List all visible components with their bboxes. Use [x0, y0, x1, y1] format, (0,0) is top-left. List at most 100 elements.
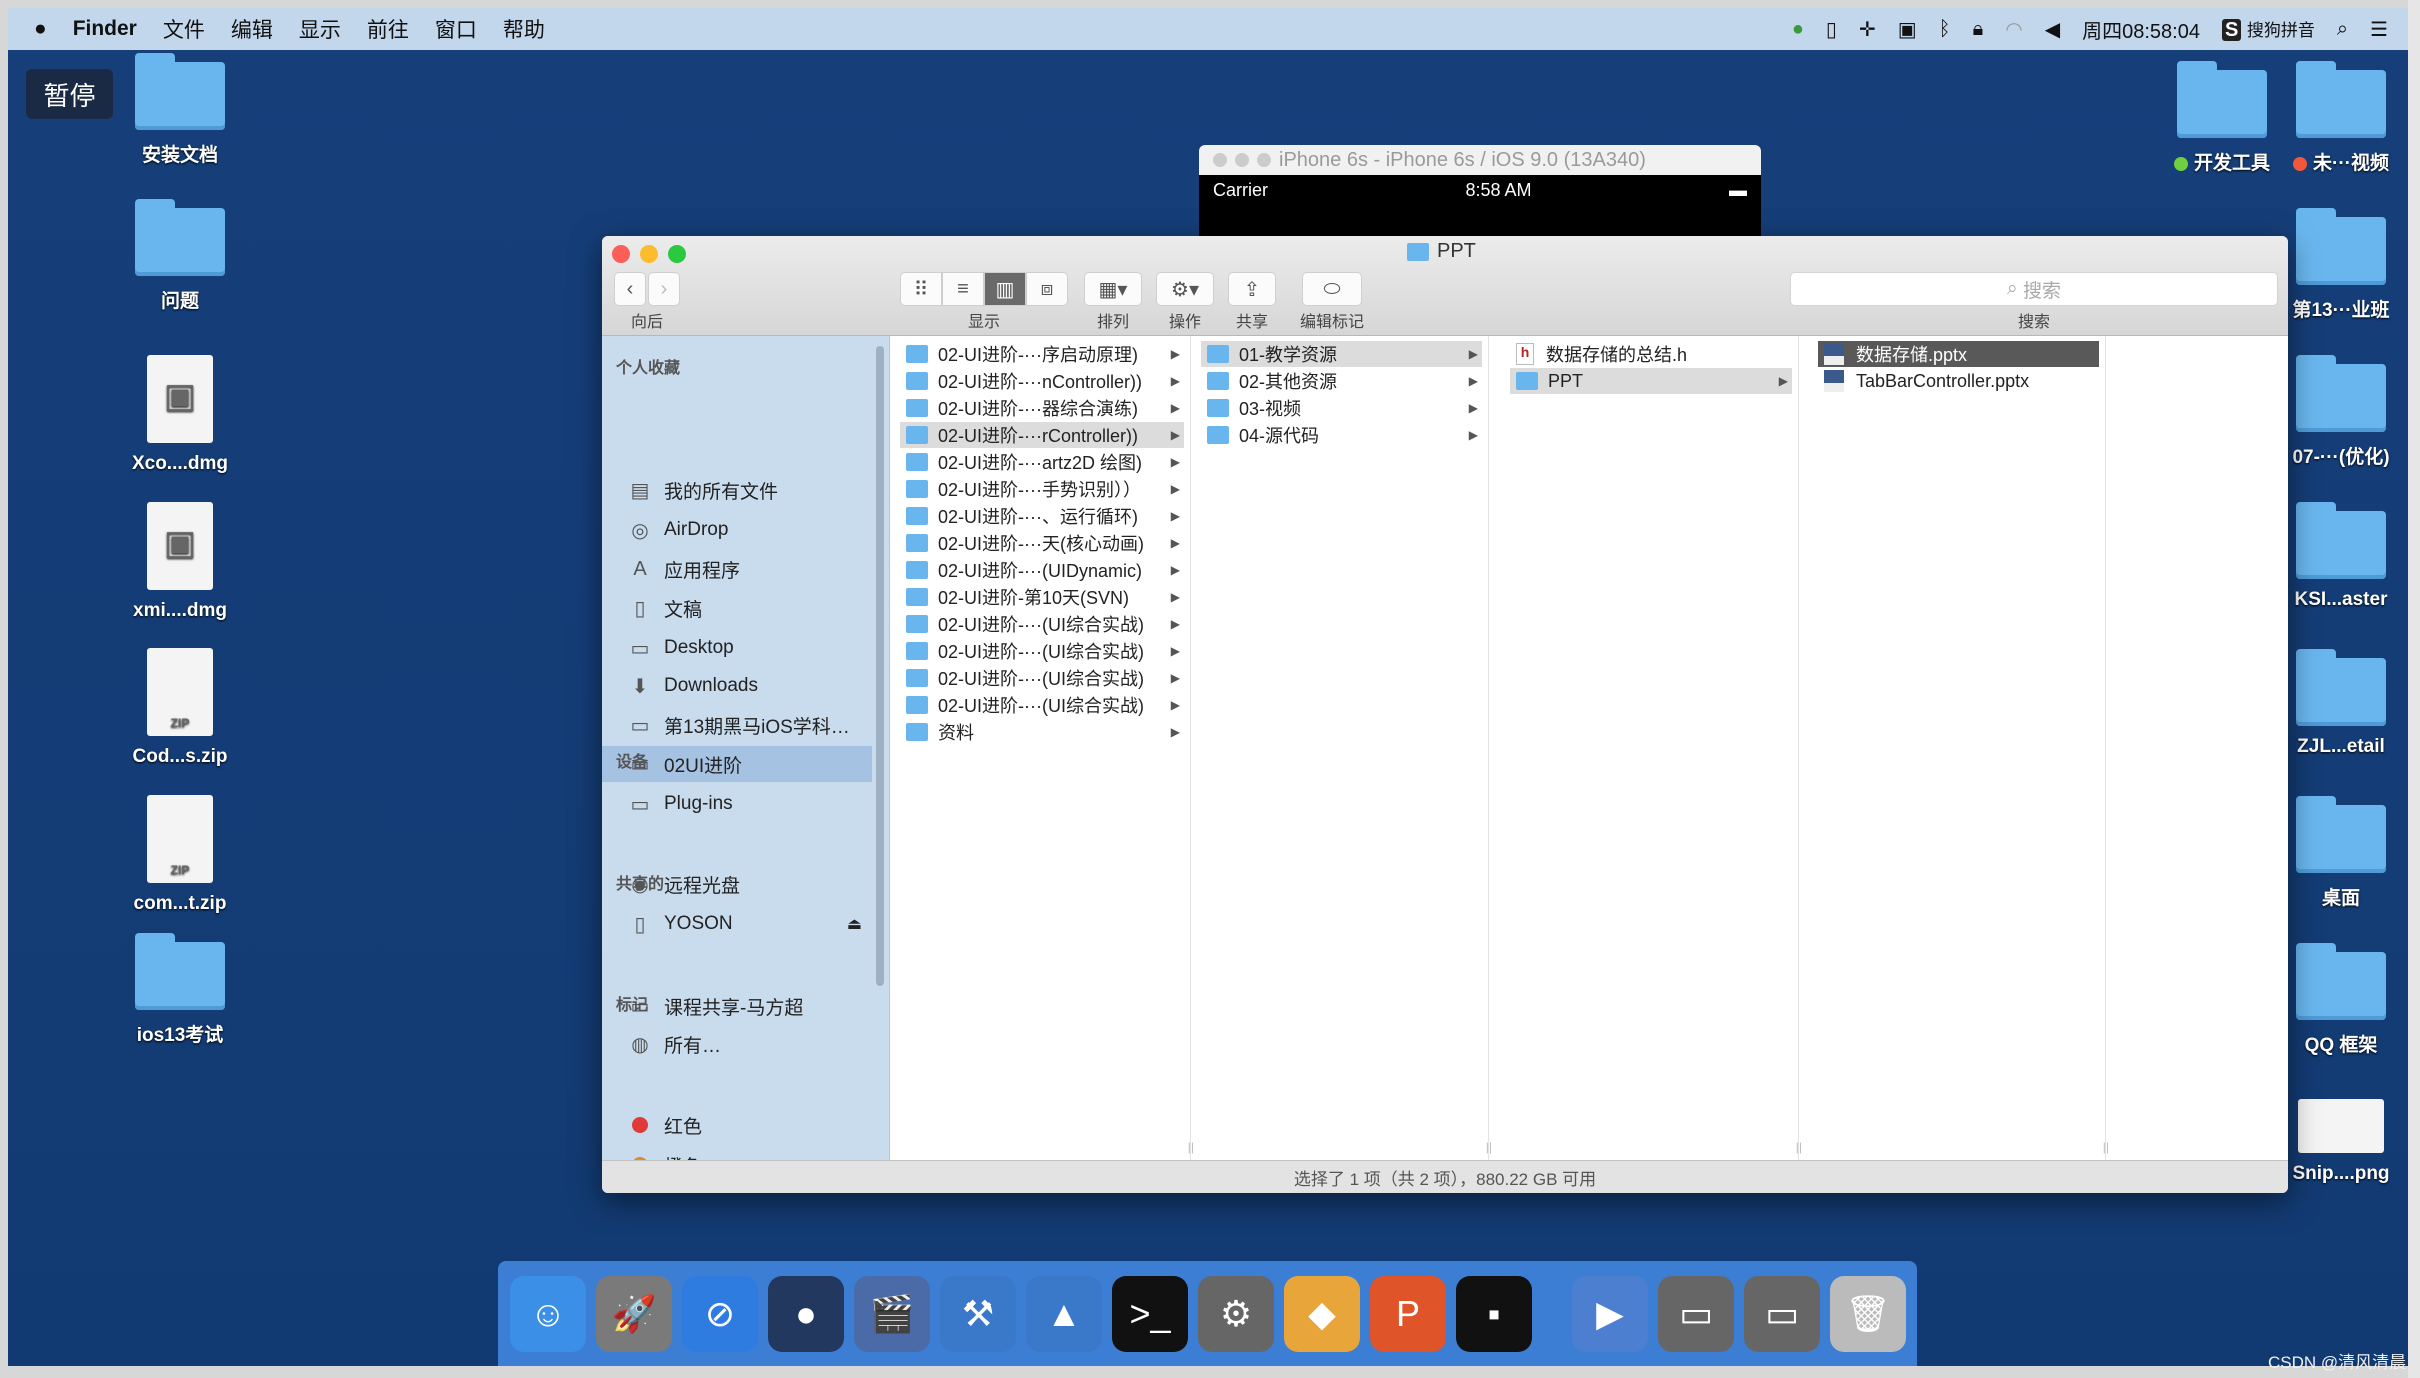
desktop-icon[interactable]: ios13考试	[105, 933, 255, 1047]
file-row[interactable]: 02-UI进阶-···天(核心动画) ▶	[900, 530, 1184, 556]
dock-item-screen-1[interactable]: ▭	[1658, 1275, 1734, 1352]
apple-menu-icon[interactable]: ●	[34, 17, 47, 41]
spotlight-search-icon[interactable]: ⌕	[2337, 18, 2348, 41]
sidebar-item[interactable]: ▭ Desktop	[602, 630, 872, 666]
dock-item-launchpad[interactable]: 🚀	[596, 1275, 672, 1352]
sidebar-item[interactable]: ▯ YOSON ⏏	[602, 906, 872, 942]
file-row[interactable]: 02-其他资源 ▶	[1201, 368, 1482, 394]
share-button[interactable]: ⇪	[1228, 272, 1276, 306]
sidebar-item[interactable]: ◎ AirDrop	[602, 512, 872, 548]
column-resize-handle[interactable]: ||	[2103, 1140, 2109, 1154]
file-row[interactable]: 资料 ▶	[900, 719, 1184, 745]
minimize-button[interactable]	[640, 245, 658, 263]
icon-view-button[interactable]: ⠿	[900, 272, 942, 306]
ime-menu[interactable]: S 搜狗拼音	[2221, 16, 2315, 42]
sidebar-item[interactable]: ▯ 文稿	[602, 590, 872, 626]
lock-icon[interactable]: 🔒︎	[1973, 18, 1984, 41]
back-button[interactable]: ‹	[614, 272, 646, 306]
dock-item-safari[interactable]: ⊘	[682, 1275, 758, 1352]
dock-item-trash[interactable]: 🗑	[1830, 1275, 1906, 1352]
dock-item-media[interactable]: ▶	[1572, 1275, 1648, 1352]
menu-help[interactable]: 帮助	[503, 14, 545, 44]
action-gear-button[interactable]: ⚙▾	[1156, 272, 1214, 306]
forward-button[interactable]: ›	[648, 272, 680, 306]
desktop-icon[interactable]: 未···视频	[2266, 61, 2416, 175]
close-button[interactable]	[612, 245, 630, 263]
menu-file[interactable]: 文件	[163, 14, 205, 44]
search-field[interactable]: ⌕ 搜索	[1790, 272, 2278, 306]
desktop-icon[interactable]: ZJL...etail	[2266, 649, 2416, 758]
edit-tags-button[interactable]: ⬭	[1302, 272, 1362, 306]
file-row[interactable]: 02-UI进阶-···nController)) ▶	[900, 368, 1184, 394]
file-row[interactable]: 02-UI进阶-···(UIDynamic) ▶	[900, 557, 1184, 583]
column-resize-handle[interactable]: ||	[1188, 1140, 1194, 1154]
sidebar-item[interactable]: ▭ 第13期黑马iOS学科…	[602, 707, 872, 743]
file-row[interactable]: h 数据存储的总结.h	[1510, 341, 1792, 367]
sidebar-item[interactable]: ▤ 我的所有文件	[602, 472, 872, 508]
status-app-icon[interactable]: ●	[1792, 18, 1804, 41]
file-row[interactable]: 02-UI进阶-···rController)) ▶	[900, 422, 1184, 448]
desktop-icon[interactable]: 07-···(优化)	[2266, 355, 2416, 469]
file-row[interactable]: 02-UI进阶-第10天(SVN) ▶	[900, 584, 1184, 610]
column-view-button[interactable]: ▥	[984, 272, 1026, 306]
plus-icon[interactable]: ✛	[1859, 17, 1876, 42]
dock-item-screen-2[interactable]: ▭	[1744, 1275, 1820, 1352]
dock-item-xcode[interactable]: ⚒	[940, 1275, 1016, 1352]
desktop-icon[interactable]: 桌面	[2266, 796, 2416, 910]
simulator-window[interactable]: iPhone 6s - iPhone 6s / iOS 9.0 (13A340)…	[1199, 145, 1761, 245]
dock-item-terminal[interactable]: >_	[1112, 1275, 1188, 1352]
file-row[interactable]: 02-UI进阶-···、运行循环) ▶	[900, 503, 1184, 529]
desktop-icon[interactable]: 第13···业班	[2266, 208, 2416, 322]
column-resize-handle[interactable]: ||	[1486, 1140, 1492, 1154]
file-row[interactable]: 02-UI进阶-···(UI综合实战) ▶	[900, 611, 1184, 637]
pause-badge[interactable]: 暂停	[26, 69, 113, 119]
desktop-icon[interactable]: Snip....png	[2266, 1099, 2416, 1185]
file-row[interactable]: 02-UI进阶-···手势识别）） ▶	[900, 476, 1184, 502]
file-row[interactable]: 02-UI进阶-···(UI综合实战) ▶	[900, 692, 1184, 718]
menu-finder[interactable]: Finder	[73, 17, 137, 41]
sidebar-item[interactable]: ⬇ Downloads	[602, 668, 872, 704]
eject-icon[interactable]: ⏏	[847, 914, 862, 934]
file-row[interactable]: 02-UI进阶-···artz2D 绘图) ▶	[900, 449, 1184, 475]
list-view-button[interactable]: ≡	[942, 272, 984, 306]
file-row[interactable]: 02-UI进阶-···器综合演练) ▶	[900, 395, 1184, 421]
desktop-icon[interactable]: ▣ xmi....dmg	[105, 502, 255, 622]
desktop-icon[interactable]: 安装文档	[105, 53, 255, 167]
file-row[interactable]: 03-视频 ▶	[1201, 395, 1482, 421]
dock-item-mouse[interactable]: ●	[768, 1275, 844, 1352]
dock-item-instruments[interactable]: ▲	[1026, 1275, 1102, 1352]
cover-flow-button[interactable]: ⧈	[1026, 272, 1068, 306]
file-row[interactable]: 02-UI进阶-···(UI综合实战) ▶	[900, 665, 1184, 691]
file-row[interactable]: 01-教学资源 ▶	[1201, 341, 1482, 367]
dock-item-movie[interactable]: 🎬	[854, 1275, 930, 1352]
sidebar-item[interactable]: ▭ Plug-ins	[602, 786, 872, 822]
dock-item-sketch[interactable]: ◆	[1284, 1275, 1360, 1352]
simulator-titlebar[interactable]: iPhone 6s - iPhone 6s / iOS 9.0 (13A340)	[1199, 145, 1761, 175]
sidebar-item[interactable]: 红色	[602, 1107, 872, 1143]
menu-window[interactable]: 窗口	[435, 14, 477, 44]
column-resize-handle[interactable]: ||	[1796, 1140, 1802, 1154]
desktop-icon[interactable]: 问题	[105, 199, 255, 313]
file-row[interactable]: PPT ▶	[1510, 368, 1792, 394]
volume-icon[interactable]: ◀	[2045, 17, 2060, 42]
notification-center-icon[interactable]: ☰	[2370, 17, 2388, 42]
zoom-button[interactable]	[668, 245, 686, 263]
dock-item-finder[interactable]: ☺	[510, 1275, 586, 1352]
file-row[interactable]: 数据存储.pptx	[1818, 341, 2099, 367]
menu-go[interactable]: 前往	[367, 14, 409, 44]
desktop-icon[interactable]: ▣ Xco....dmg	[105, 355, 255, 475]
file-row[interactable]: 02-UI进阶-···(UI综合实战) ▶	[900, 638, 1184, 664]
dock-item-console[interactable]: ▪	[1456, 1275, 1532, 1352]
bluetooth-icon[interactable]: ᛒ	[1939, 18, 1951, 41]
sidebar-scrollbar[interactable]	[876, 346, 884, 986]
desktop-icon[interactable]: QQ 框架	[2266, 943, 2416, 1057]
desktop-icon[interactable]: KSI...aster	[2266, 502, 2416, 611]
camera-icon[interactable]: ▣	[1898, 17, 1917, 42]
sidebar-item[interactable]: A 应用程序	[602, 551, 872, 587]
arrange-button[interactable]: ▦▾	[1084, 272, 1142, 306]
file-row[interactable]: TabBarController.pptx	[1818, 368, 2099, 394]
dock-item-pages[interactable]: P	[1370, 1275, 1446, 1352]
menu-view[interactable]: 显示	[299, 14, 341, 44]
file-row[interactable]: 04-源代码 ▶	[1201, 422, 1482, 448]
menu-edit[interactable]: 编辑	[231, 14, 273, 44]
